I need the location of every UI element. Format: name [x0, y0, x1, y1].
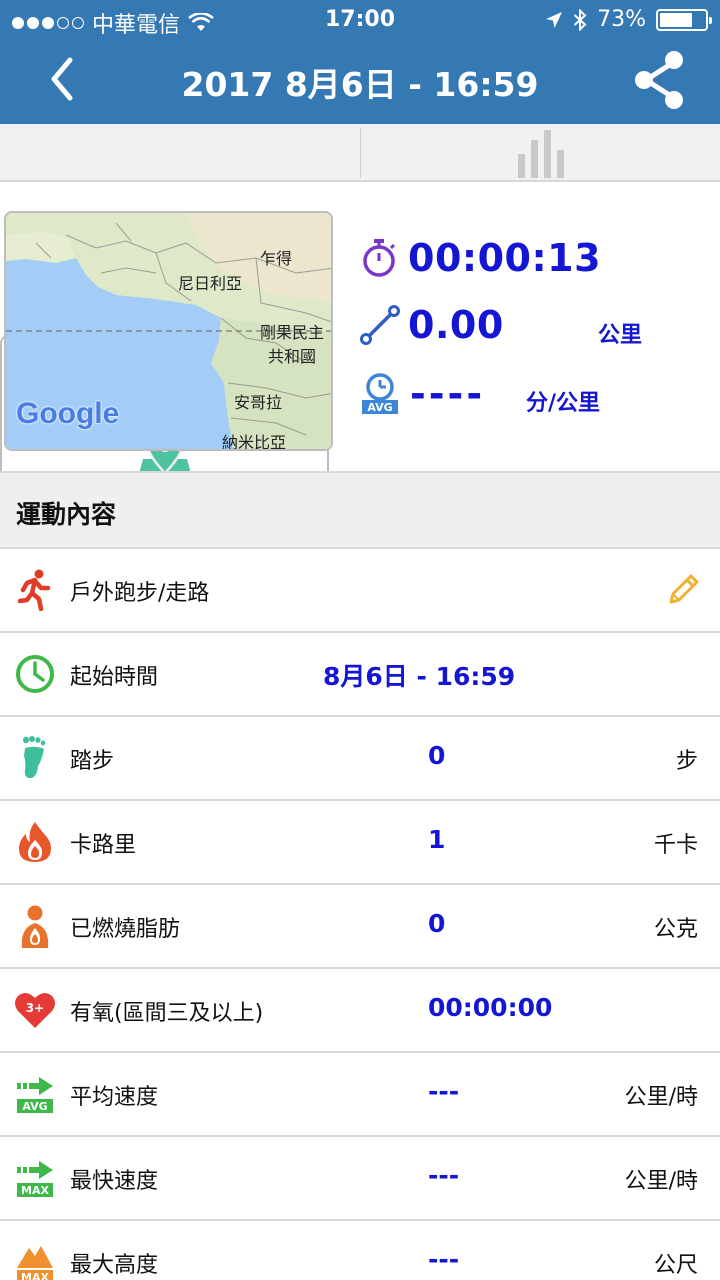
average-speed-icon: AVG [14, 1071, 56, 1117]
average-speed-value: --- [428, 1077, 460, 1106]
start-time-value: 8月6日 - 16:59 [323, 662, 516, 691]
duration-value: 00:00:13 [408, 236, 602, 280]
map-label-angola: 安哥拉 [234, 393, 283, 412]
max-altitude-unit: 公尺 [653, 1253, 698, 1278]
section-header: 運動內容 [0, 471, 720, 549]
pace-unit: 分/公里 [526, 391, 601, 416]
calories-label: 卡路里 [70, 833, 137, 858]
edit-pencil-icon[interactable] [666, 571, 702, 607]
status-bar: 中華電信 17:00 73% [0, 0, 720, 40]
max-speed-value: --- [428, 1161, 460, 1190]
average-speed-row: AVG 平均速度 --- 公里/時 [0, 1053, 720, 1137]
calories-row: 卡路里 1 千卡 [0, 801, 720, 885]
footprint-icon [14, 735, 56, 781]
page-title: 2017 8月6日 - 16:59 [181, 65, 539, 104]
average-speed-unit: 公里/時 [624, 1085, 698, 1110]
start-time-row: 起始時間 8月6日 - 16:59 [0, 633, 720, 717]
duration-summary: 00:00:13 [360, 236, 601, 280]
pace-summary: AVG ---- [360, 372, 485, 416]
max-speed-unit: 公里/時 [624, 1169, 698, 1194]
section-title: 運動內容 [16, 500, 117, 529]
status-right: 73% [545, 7, 712, 32]
aerobic-value: 00:00:00 [428, 993, 553, 1022]
flame-icon [14, 819, 56, 865]
mountain-icon: MAX [14, 1239, 56, 1280]
steps-unit: 步 [675, 749, 698, 774]
clock-icon [14, 651, 56, 697]
steps-value: 0 [428, 741, 446, 770]
top-bar: 中華電信 17:00 73% 2017 8月6日 - 16:59 [0, 0, 720, 124]
bluetooth-icon [573, 8, 587, 31]
fat-burned-value: 0 [428, 909, 446, 938]
stopwatch-icon [363, 239, 396, 277]
battery-icon [656, 8, 712, 31]
heart-zone-icon: 3+ [14, 987, 56, 1033]
map-label-drc-2: 共和國 [268, 347, 317, 366]
fat-burned-row: 已燃燒脂肪 0 公克 [0, 885, 720, 969]
max-speed-row: MAX 最快速度 --- 公里/時 [0, 1137, 720, 1221]
fat-burned-label: 已燃燒脂肪 [70, 917, 181, 942]
runner-icon [14, 567, 56, 613]
activity-type-row[interactable]: 戶外跑步/走路 [0, 549, 720, 633]
fat-burned-unit: 公克 [653, 917, 698, 942]
share-button[interactable] [630, 48, 690, 112]
steps-label: 踏步 [70, 749, 115, 774]
view-tabs [0, 124, 720, 575]
max-speed-label: 最快速度 [70, 1169, 159, 1194]
google-logo: Google [16, 397, 120, 430]
heart-zone-badge: 3+ [26, 1001, 44, 1015]
max-altitude-badge: MAX [21, 1271, 49, 1280]
pace-value: ---- [410, 372, 486, 416]
avg-badge-text: AVG [367, 401, 392, 414]
map-label-nigeria: 尼日利亞 [178, 274, 243, 293]
max-altitude-row: MAX 最大高度 --- 公尺 [0, 1221, 720, 1280]
max-altitude-label: 最大高度 [70, 1253, 159, 1278]
map-label-drc-1: 剛果民主 [260, 323, 325, 342]
average-pace-icon: AVG [362, 373, 398, 414]
map-label-namibia: 納米比亞 [222, 433, 287, 451]
distance-unit: 公里 [598, 323, 643, 348]
tab-statistics[interactable] [361, 124, 720, 180]
steps-row: 踏步 0 步 [0, 717, 720, 801]
average-speed-label: 平均速度 [70, 1085, 159, 1110]
distance-summary: 0.00 [360, 303, 504, 347]
start-time-label: 起始時間 [70, 665, 159, 690]
activity-type-label: 戶外跑步/走路 [70, 581, 210, 606]
battery-percent: 73% [597, 7, 646, 32]
max-speed-badge: MAX [21, 1184, 49, 1197]
calories-unit: 千卡 [653, 833, 698, 858]
route-map[interactable]: 乍得 尼日利亞 剛果民主 共和國 安哥拉 納米比亞 Google [4, 211, 333, 451]
fat-burn-icon [14, 903, 56, 949]
distance-value: 0.00 [408, 303, 504, 347]
avg-speed-badge: AVG [22, 1100, 47, 1113]
map-label-chad: 乍得 [260, 249, 293, 268]
aerobic-label: 有氧(區間三及以上) [70, 1001, 264, 1026]
aerobic-row: 3+ 有氧(區間三及以上) 00:00:00 [0, 969, 720, 1053]
max-altitude-value: --- [428, 1245, 460, 1274]
bar-chart-icon [518, 130, 564, 178]
calories-value: 1 [428, 825, 446, 854]
location-arrow-icon [546, 11, 563, 28]
route-line-icon [360, 305, 400, 345]
max-speed-icon: MAX [14, 1155, 56, 1201]
